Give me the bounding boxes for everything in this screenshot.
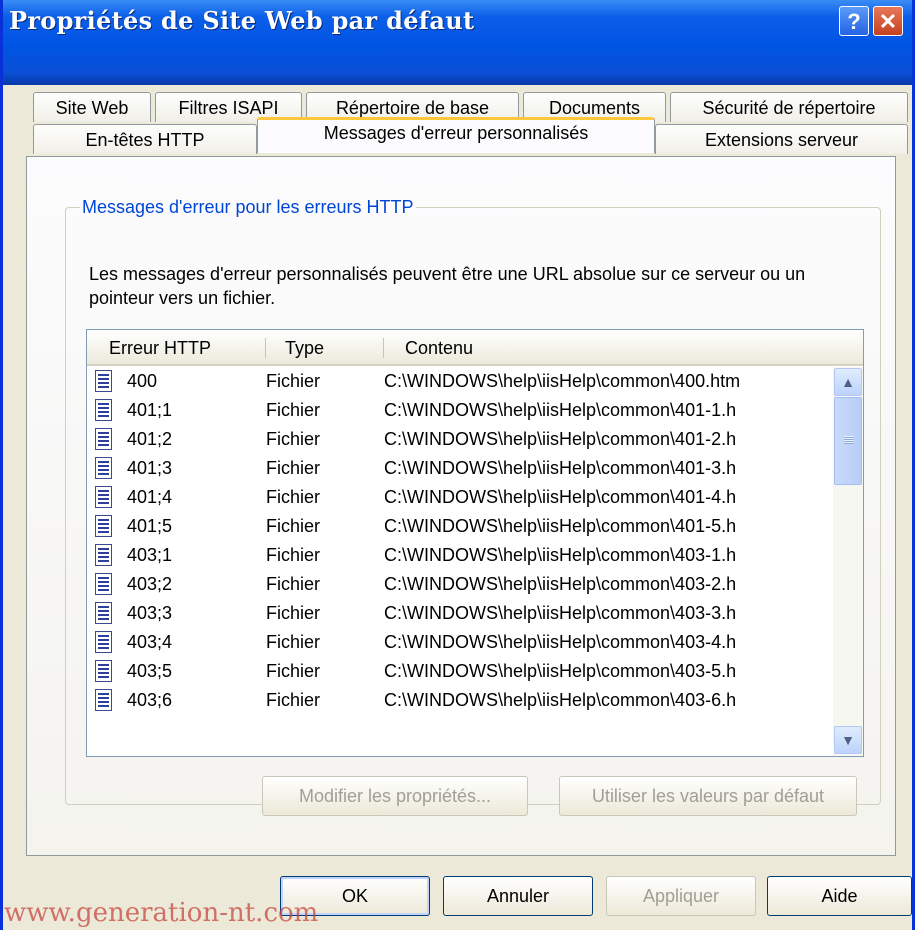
cell-path: C:\WINDOWS\help\iisHelp\common\401-2.h (384, 429, 737, 449)
window-title: Propriétés de Site Web par défaut (9, 6, 475, 35)
tab-site-web[interactable]: Site Web (33, 92, 151, 122)
cell-path: C:\WINDOWS\help\iisHelp\common\401-1.h (384, 400, 737, 420)
cancel-button[interactable]: Annuler (443, 876, 593, 916)
title-bar[interactable]: Propriétés de Site Web par défaut ? ✕ (3, 0, 912, 85)
http-errors-group: Messages d'erreur pour les erreurs HTTP … (65, 197, 881, 816)
cell-path: C:\WINDOWS\help\iisHelp\common\403-1.h (384, 545, 737, 565)
scroll-down-icon[interactable]: ▼ (834, 726, 862, 754)
list-rows: 400 Fichier C:\WINDOWS\help\iisHelp\common… (87, 367, 833, 715)
table-row[interactable]: 401;5 Fichier C:\WINDOWS\help\iisHelp\comm… (87, 512, 833, 541)
cell-code: 401;4 (127, 487, 173, 507)
file-icon (95, 573, 112, 595)
cell-code: 401;1 (127, 400, 173, 420)
file-icon (95, 428, 112, 450)
file-icon (95, 486, 112, 508)
column-divider[interactable] (265, 338, 266, 358)
cell-path: C:\WINDOWS\help\iisHelp\common\401-3.h (384, 458, 737, 478)
table-row[interactable]: 400 Fichier C:\WINDOWS\help\iisHelp\common… (87, 367, 833, 396)
scroll-up-icon[interactable]: ▲ (834, 368, 862, 396)
dialog-window: Propriétés de Site Web par défaut ? ✕ Si… (0, 0, 915, 930)
close-icon[interactable]: ✕ (873, 6, 903, 36)
cell-code: 400 (127, 371, 158, 391)
cell-path: C:\WINDOWS\help\iisHelp\common\401-5.h (384, 516, 737, 536)
group-legend: Messages d'erreur pour les erreurs HTTP (82, 197, 414, 217)
cell-code: 403;4 (127, 632, 173, 652)
cell-type: Fichier (266, 545, 321, 565)
grip-icon (844, 436, 854, 444)
cell-path: C:\WINDOWS\help\iisHelp\common\403-3.h (384, 603, 737, 623)
cell-type: Fichier (266, 603, 321, 623)
column-header-contenu[interactable]: Contenu (405, 330, 473, 366)
watermark: www.generation-nt.com (4, 898, 319, 928)
table-row[interactable]: 401;1 Fichier C:\WINDOWS\help\iisHelp\comm… (87, 396, 833, 425)
table-row[interactable]: 401;2 Fichier C:\WINDOWS\help\iisHelp\comm… (87, 425, 833, 454)
cell-path: C:\WINDOWS\help\iisHelp\common\400.htm (384, 371, 741, 391)
file-icon (95, 457, 112, 479)
cell-type: Fichier (266, 690, 321, 710)
errors-list[interactable]: Erreur HTTP Type Contenu 400 Fichier C:\WI… (86, 329, 864, 757)
file-icon (95, 544, 112, 566)
cell-type: Fichier (266, 516, 321, 536)
column-divider[interactable] (383, 338, 384, 358)
table-row[interactable]: 403;3 Fichier C:\WINDOWS\help\iisHelp\comm… (87, 599, 833, 628)
table-row[interactable]: 403;1 Fichier C:\WINDOWS\help\iisHelp\comm… (87, 541, 833, 570)
cell-code: 401;3 (127, 458, 173, 478)
cell-code: 403;5 (127, 661, 173, 681)
tab-messages-erreur[interactable]: Messages d'erreur personnalisés (257, 117, 655, 153)
tab-panel: Messages d'erreur pour les erreurs HTTP … (26, 156, 896, 856)
cell-type: Fichier (266, 574, 321, 594)
tab-extensions-serveur[interactable]: Extensions serveur (655, 124, 908, 154)
cell-code: 403;6 (127, 690, 173, 710)
help-button[interactable]: Aide (767, 876, 912, 916)
list-header: Erreur HTTP Type Contenu (87, 330, 863, 366)
table-row[interactable]: 403;2 Fichier C:\WINDOWS\help\iisHelp\comm… (87, 570, 833, 599)
cell-type: Fichier (266, 458, 321, 478)
group-description: Les messages d'erreur personnalisés peuv… (89, 264, 806, 308)
edit-properties-button[interactable]: Modifier les propriétés... (262, 776, 528, 816)
cell-path: C:\WINDOWS\help\iisHelp\common\403-6.h (384, 690, 737, 710)
tab-en-tetes-http[interactable]: En-têtes HTTP (33, 124, 257, 154)
cell-type: Fichier (266, 487, 321, 507)
table-row[interactable]: 401;4 Fichier C:\WINDOWS\help\iisHelp\comm… (87, 483, 833, 512)
cell-path: C:\WINDOWS\help\iisHelp\common\403-4.h (384, 632, 737, 652)
tab-securite-de-repertoire[interactable]: Sécurité de répertoire (670, 92, 908, 122)
table-row[interactable]: 403;6 Fichier C:\WINDOWS\help\iisHelp\comm… (87, 686, 833, 715)
cell-code: 401;2 (127, 429, 173, 449)
use-defaults-button[interactable]: Utiliser les valeurs par défaut (559, 776, 857, 816)
apply-button[interactable]: Appliquer (606, 876, 756, 916)
file-icon (95, 660, 112, 682)
table-row[interactable]: 403;4 Fichier C:\WINDOWS\help\iisHelp\comm… (87, 628, 833, 657)
file-icon (95, 689, 112, 711)
vertical-scrollbar[interactable]: ▲ ▼ (833, 367, 863, 756)
cell-code: 403;3 (127, 603, 173, 623)
file-icon (95, 602, 112, 624)
file-icon (95, 631, 112, 653)
file-icon (95, 370, 112, 392)
cell-type: Fichier (266, 429, 321, 449)
table-row[interactable]: 401;3 Fichier C:\WINDOWS\help\iisHelp\comm… (87, 454, 833, 483)
file-icon (95, 399, 112, 421)
file-icon (95, 515, 112, 537)
cell-code: 403;2 (127, 574, 173, 594)
scroll-thumb[interactable] (834, 397, 862, 485)
cell-path: C:\WINDOWS\help\iisHelp\common\403-2.h (384, 574, 737, 594)
cell-path: C:\WINDOWS\help\iisHelp\common\401-4.h (384, 487, 737, 507)
cell-type: Fichier (266, 661, 321, 681)
cell-type: Fichier (266, 400, 321, 420)
column-header-erreur[interactable]: Erreur HTTP (109, 330, 211, 366)
cell-type: Fichier (266, 371, 321, 391)
cell-code: 403;1 (127, 545, 173, 565)
help-icon[interactable]: ? (839, 6, 869, 36)
table-row[interactable]: 403;5 Fichier C:\WINDOWS\help\iisHelp\comm… (87, 657, 833, 686)
column-header-type[interactable]: Type (285, 330, 324, 366)
cell-code: 401;5 (127, 516, 173, 536)
cell-type: Fichier (266, 632, 321, 652)
cell-path: C:\WINDOWS\help\iisHelp\common\403-5.h (384, 661, 737, 681)
